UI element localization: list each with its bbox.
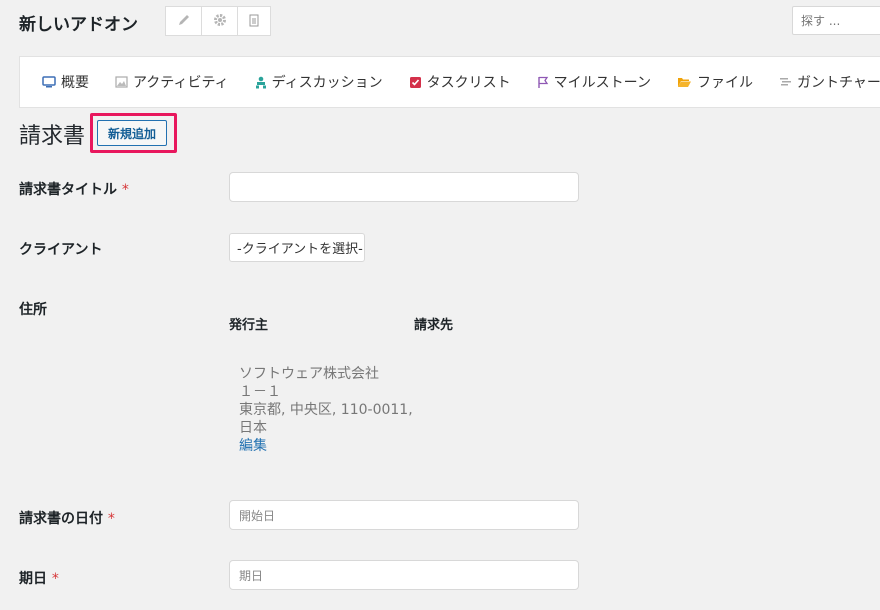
checkbox-icon [409,76,422,89]
pencil-icon [177,12,191,31]
add-new-button[interactable]: 新規追加 [97,120,167,146]
issuer-heading: 発行主 [229,318,269,333]
project-title: 新しいアドオン [19,15,138,35]
tab-files-label: ファイル [696,75,753,91]
document-icon [248,12,260,31]
gear-icon [213,12,227,31]
invoice-title-label: 請求書タイトル * [19,179,129,199]
invoice-date-label: 請求書の日付 * [19,508,115,528]
edit-address-link[interactable]: 編集 [239,437,413,455]
due-date-label: 期日 * [19,568,59,588]
address-line: 日本 [239,420,267,436]
edit-button[interactable] [166,7,202,35]
document-button[interactable] [238,7,270,35]
folder-icon [677,76,692,88]
tab-activity-label: アクティビティ [133,75,229,91]
due-date-input[interactable]: 期日 [229,560,579,590]
bill-to-heading: 請求先 [414,318,454,333]
address-line: １－１ [239,384,281,400]
search-input[interactable] [792,6,880,35]
settings-button[interactable] [202,7,238,35]
client-select[interactable]: -クライアントを選択- [229,233,365,262]
invoice-title-label-text: 請求書タイトル [19,182,117,198]
monitor-icon [42,76,56,88]
client-label: クライアント [19,242,103,258]
users-icon [255,76,267,89]
tab-overview-label: 概要 [61,75,89,91]
due-date-label-text: 期日 [19,571,47,587]
tab-gantt-label: ガントチャート [796,75,880,91]
tab-discussion-label: ディスカッション [271,75,383,91]
invoice-date-label-text: 請求書の日付 [19,511,103,527]
tab-milestone-label: マイルストーン [553,75,651,91]
tab-tasklist-label: タスクリスト [426,75,511,91]
flag-icon [537,76,549,89]
tab-files[interactable]: ファイル [677,72,753,92]
invoice-date-input[interactable]: 開始日 [229,500,579,530]
address-label: 住所 [19,302,47,318]
page-title: 請求書 [19,124,86,149]
tab-milestone[interactable]: マイルストーン [537,72,651,92]
address-line: 東京都, 中央区, 110-0011, [239,402,413,418]
tab-activity[interactable]: アクティビティ [115,72,229,92]
bars-icon [779,76,792,88]
address-line: ソフトウェア株式会社 [239,366,379,382]
required-mark: * [121,182,129,198]
required-mark: * [51,571,59,587]
issuer-address: ソフトウェア株式会社 １－１ 東京都, 中央区, 110-0011, 日本 編集 [239,365,413,455]
title-actions [165,6,271,36]
invoice-title-input[interactable] [229,172,579,202]
required-mark: * [107,511,115,527]
tab-gantt[interactable]: ガントチャート [779,72,880,92]
tab-tasklist[interactable]: タスクリスト [409,72,511,92]
image-icon [115,76,128,88]
project-tabs: 概要 アクティビティ ディスカッション タスクリスト マイルストーン ファイル [19,56,880,108]
tab-discussion[interactable]: ディスカッション [255,72,383,92]
tab-overview[interactable]: 概要 [42,72,89,92]
